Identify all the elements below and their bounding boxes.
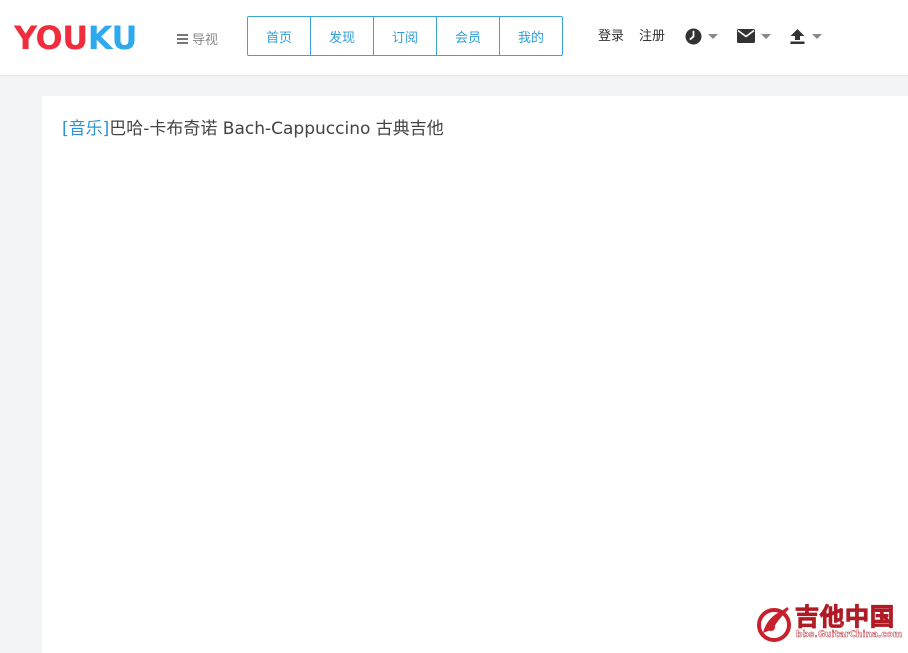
logo-text-you: YOU (14, 19, 88, 57)
chevron-down-icon (761, 33, 771, 39)
guitarchina-watermark: 吉他中国 bbs.GuitarChina.com (755, 603, 905, 645)
messages-dropdown[interactable] (737, 26, 771, 46)
tab-home[interactable]: 首页 (248, 17, 311, 55)
guitarchina-logo-icon (757, 606, 791, 642)
video-category-link[interactable]: [音乐] (62, 119, 109, 139)
youku-logo[interactable]: YOUKU (14, 21, 137, 55)
tab-mine[interactable]: 我的 (500, 17, 562, 55)
video-title: [音乐]巴哈-卡布奇诺 Bach-Cappuccino 古典吉他 (62, 117, 444, 141)
register-link[interactable]: 注册 (639, 27, 665, 47)
nav-menu-label: 导视 (192, 32, 219, 48)
chevron-down-icon (708, 33, 718, 39)
tab-vip[interactable]: 会员 (437, 17, 500, 55)
logo-text-ku: KU (87, 19, 138, 57)
watermark-text: 吉他中国 (795, 603, 895, 632)
chevron-down-icon (812, 33, 822, 39)
history-dropdown[interactable] (685, 26, 718, 46)
watermark-url: bbs.GuitarChina.com (796, 630, 903, 640)
video-title-text: 巴哈-卡布奇诺 Bach-Cappuccino 古典吉他 (109, 119, 444, 139)
main-nav-tabs: 首页 发现 订阅 会员 我的 (247, 16, 563, 56)
tab-discover[interactable]: 发现 (311, 17, 374, 55)
history-clock-icon (685, 28, 702, 44)
envelope-icon (737, 29, 755, 43)
top-header: YOUKU 导视 首页 发现 订阅 会员 我的 登录 注册 (0, 0, 908, 76)
login-link[interactable]: 登录 (598, 27, 624, 47)
main-content-panel: [音乐]巴哈-卡布奇诺 Bach-Cappuccino 古典吉他 (42, 96, 908, 653)
nav-menu-toggle[interactable]: 导视 (177, 28, 218, 48)
upload-icon (790, 29, 805, 44)
upload-dropdown[interactable] (789, 26, 822, 46)
tab-subscribe[interactable]: 订阅 (374, 17, 437, 55)
hamburger-icon (177, 33, 188, 44)
